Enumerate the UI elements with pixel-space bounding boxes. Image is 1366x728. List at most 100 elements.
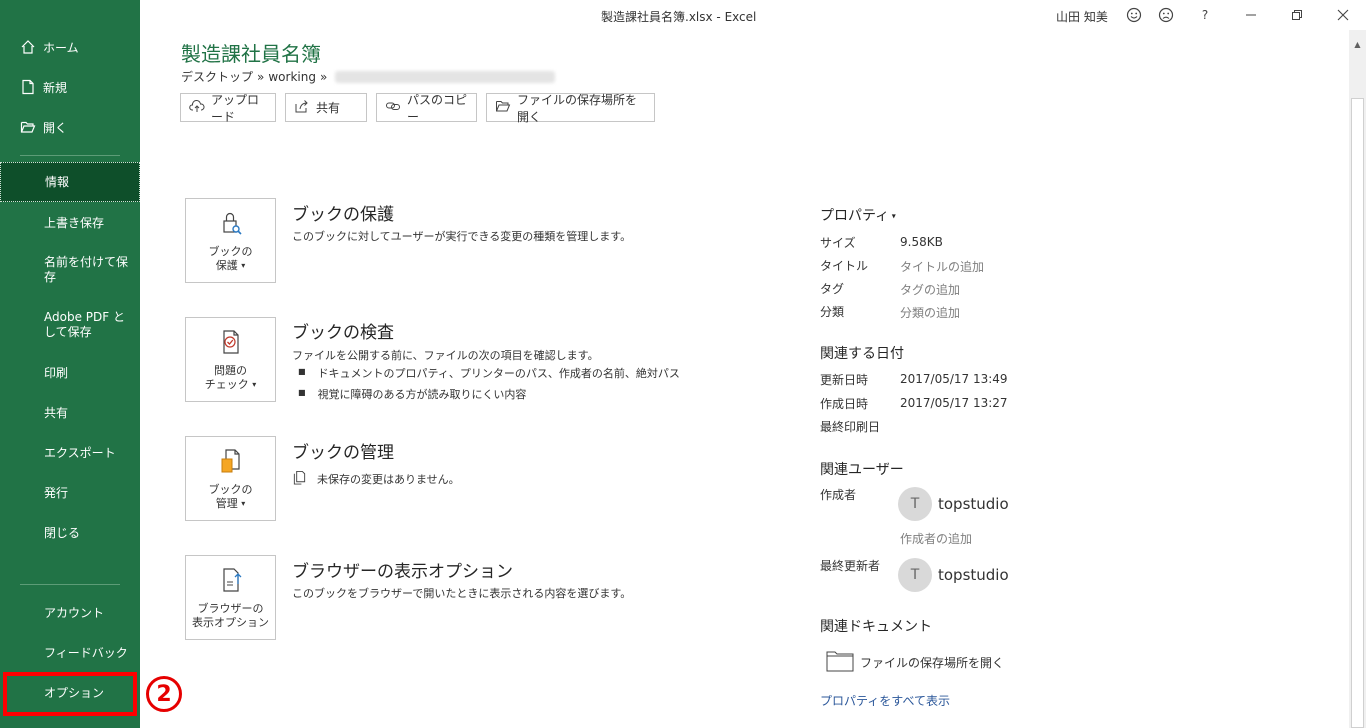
sidebar-divider-bottom: [20, 584, 120, 585]
manage-workbook-tile[interactable]: ブックの 管理 ▾: [185, 436, 276, 521]
author-avatar: T: [898, 487, 932, 521]
browser-description: このブックをブラウザーで開いたときに表示される内容を選びます。: [292, 587, 632, 600]
folder-icon: [495, 98, 511, 117]
lock-search-icon: [217, 209, 245, 245]
minimize-icon[interactable]: [1240, 4, 1262, 26]
nav-feedback-label: フィードバック: [44, 645, 128, 660]
document-copy-icon: [292, 470, 307, 488]
properties-heading[interactable]: プロパティ ▾: [820, 205, 896, 225]
size-value: 9.58KB: [900, 235, 943, 249]
modified-value: 2017/05/17 13:49: [900, 372, 1008, 386]
related-users-heading: 関連ユーザー: [820, 462, 904, 478]
manage-description: 未保存の変更はありません。: [317, 473, 460, 486]
nav-print[interactable]: 印刷: [0, 364, 140, 382]
protect-description: このブックに対してユーザーが実行できる変更の種類を管理します。: [292, 230, 632, 243]
copy-path-button[interactable]: パスのコピー: [376, 93, 477, 124]
last-modified-name[interactable]: topstudio: [938, 566, 1009, 584]
share-button[interactable]: 共有: [285, 93, 367, 122]
nav-save-pdf-label: Adobe PDF として保存: [44, 310, 125, 339]
breadcrumb-working: working: [268, 69, 316, 84]
browser-title: ブラウザーの表示オプション: [292, 562, 513, 582]
check-issues-tile[interactable]: 問題の チェック ▾: [185, 317, 276, 402]
backstage-sidebar: ホーム 新規 開く 情報 上書き保存 名前を付けて保存 Adobe PDF とし…: [0, 0, 140, 728]
open-file-location-button[interactable]: ファイルの保存場所を開く: [486, 93, 655, 124]
manage-tile-line1: ブックの: [208, 482, 253, 496]
share-icon: [294, 98, 310, 117]
cloud-upload-icon: [189, 98, 205, 117]
protect-tile-line2: 保護: [215, 258, 238, 272]
nav-save-as[interactable]: 名前を付けて保存: [0, 254, 130, 286]
nav-share-label: 共有: [44, 405, 69, 420]
inspect-tile-line1: 問題の: [214, 363, 247, 377]
nav-publish-label: 発行: [44, 485, 69, 500]
nav-share[interactable]: 共有: [0, 404, 140, 422]
inspect-bullet-1: ドキュメントのプロパティ、プリンターのパス、作成者の名前、絶対パス: [317, 367, 680, 380]
nav-home-label: ホーム: [43, 40, 79, 55]
help-icon[interactable]: ?: [1194, 4, 1216, 26]
dropdown-caret-icon: ▾: [889, 211, 896, 221]
properties-heading-label: プロパティ: [820, 208, 890, 224]
document-versions-icon: [217, 447, 245, 483]
nav-open-label: 開く: [43, 120, 68, 135]
link-icon: [385, 98, 401, 117]
close-window-icon[interactable]: [1332, 4, 1354, 26]
nav-save-as-label: 名前を付けて保存: [44, 255, 129, 284]
restore-icon[interactable]: [1286, 4, 1308, 26]
folder-open-icon: [20, 119, 36, 135]
inspect-tile-line2: チェック: [204, 377, 249, 391]
smile-feedback-icon[interactable]: [1123, 4, 1145, 26]
step-number: 2: [156, 681, 172, 707]
inspect-description: ファイルを公開する前に、ファイルの次の項目を確認します。: [292, 349, 599, 362]
nav-publish[interactable]: 発行: [0, 484, 140, 502]
bullet-icon: ■: [298, 367, 306, 376]
nav-info-label: 情報: [45, 174, 70, 189]
nav-save[interactable]: 上書き保存: [0, 214, 140, 232]
scrollbar-thumb[interactable]: [1351, 98, 1364, 728]
browser-view-options-tile[interactable]: ブラウザーの 表示オプション: [185, 555, 276, 640]
browser-tile-line1: ブラウザーの: [197, 601, 264, 615]
open-location-label: ファイルの保存場所を開く: [860, 656, 1005, 670]
created-value: 2017/05/17 13:27: [900, 396, 1008, 410]
manage-tile-line2-wrap: 管理 ▾: [216, 497, 246, 511]
page-title: 製造課社員名簿: [181, 42, 321, 66]
nav-close-label: 閉じる: [44, 525, 81, 540]
options-highlight-box: [3, 672, 137, 716]
list-item: ■ ドキュメントのプロパティ、プリンターのパス、作成者の名前、絶対パス: [298, 365, 680, 381]
home-icon: [20, 39, 36, 55]
nav-feedback[interactable]: フィードバック: [0, 644, 140, 662]
scroll-up-icon[interactable]: ▲: [1349, 36, 1366, 53]
last-printed-label: 最終印刷日: [820, 420, 881, 434]
manage-title: ブックの管理: [292, 443, 394, 463]
list-item: ■ 視覚に障碍のある方が読み取りにくい内容: [298, 386, 526, 402]
share-label: 共有: [316, 101, 341, 115]
upload-button[interactable]: アップロード: [180, 93, 276, 124]
nav-new[interactable]: 新規: [0, 78, 140, 96]
open-location-link[interactable]: ファイルの保存場所を開く: [826, 650, 1004, 675]
nav-export[interactable]: エクスポート: [0, 444, 140, 462]
nav-info[interactable]: 情報: [0, 162, 140, 202]
related-documents-heading: 関連ドキュメント: [820, 619, 932, 635]
document-check-icon: [217, 328, 245, 364]
protect-workbook-tile[interactable]: ブックの 保護 ▾: [185, 198, 276, 283]
tag-field[interactable]: タグの追加: [900, 281, 960, 298]
nav-account[interactable]: アカウント: [0, 604, 140, 622]
breadcrumb-desktop: デスクトップ: [181, 70, 254, 84]
nav-close[interactable]: 閉じる: [0, 524, 140, 542]
show-all-properties-link[interactable]: プロパティをすべて表示: [820, 692, 950, 709]
nav-open[interactable]: 開く: [0, 118, 140, 136]
user-name[interactable]: 山田 知美: [1056, 8, 1108, 25]
breadcrumb-separator: »: [319, 69, 328, 84]
inspect-tile-line2-wrap: チェック ▾: [205, 378, 257, 392]
author-name[interactable]: topstudio: [938, 495, 1009, 513]
nav-save-pdf[interactable]: Adobe PDF として保存: [0, 309, 136, 341]
nav-home[interactable]: ホーム: [0, 38, 140, 56]
dropdown-caret-icon: ▾: [241, 498, 246, 508]
title-field[interactable]: タイトルの追加: [900, 258, 984, 275]
add-author-field[interactable]: 作成者の追加: [900, 530, 972, 547]
frown-feedback-icon[interactable]: [1155, 4, 1177, 26]
author-label: 作成者: [820, 488, 857, 502]
protect-title: ブックの保護: [292, 205, 394, 225]
category-field[interactable]: 分類の追加: [900, 304, 960, 321]
last-modified-by-label: 最終更新者: [820, 559, 881, 573]
inspect-bullet-2: 視覚に障碍のある方が読み取りにくい内容: [317, 388, 527, 401]
